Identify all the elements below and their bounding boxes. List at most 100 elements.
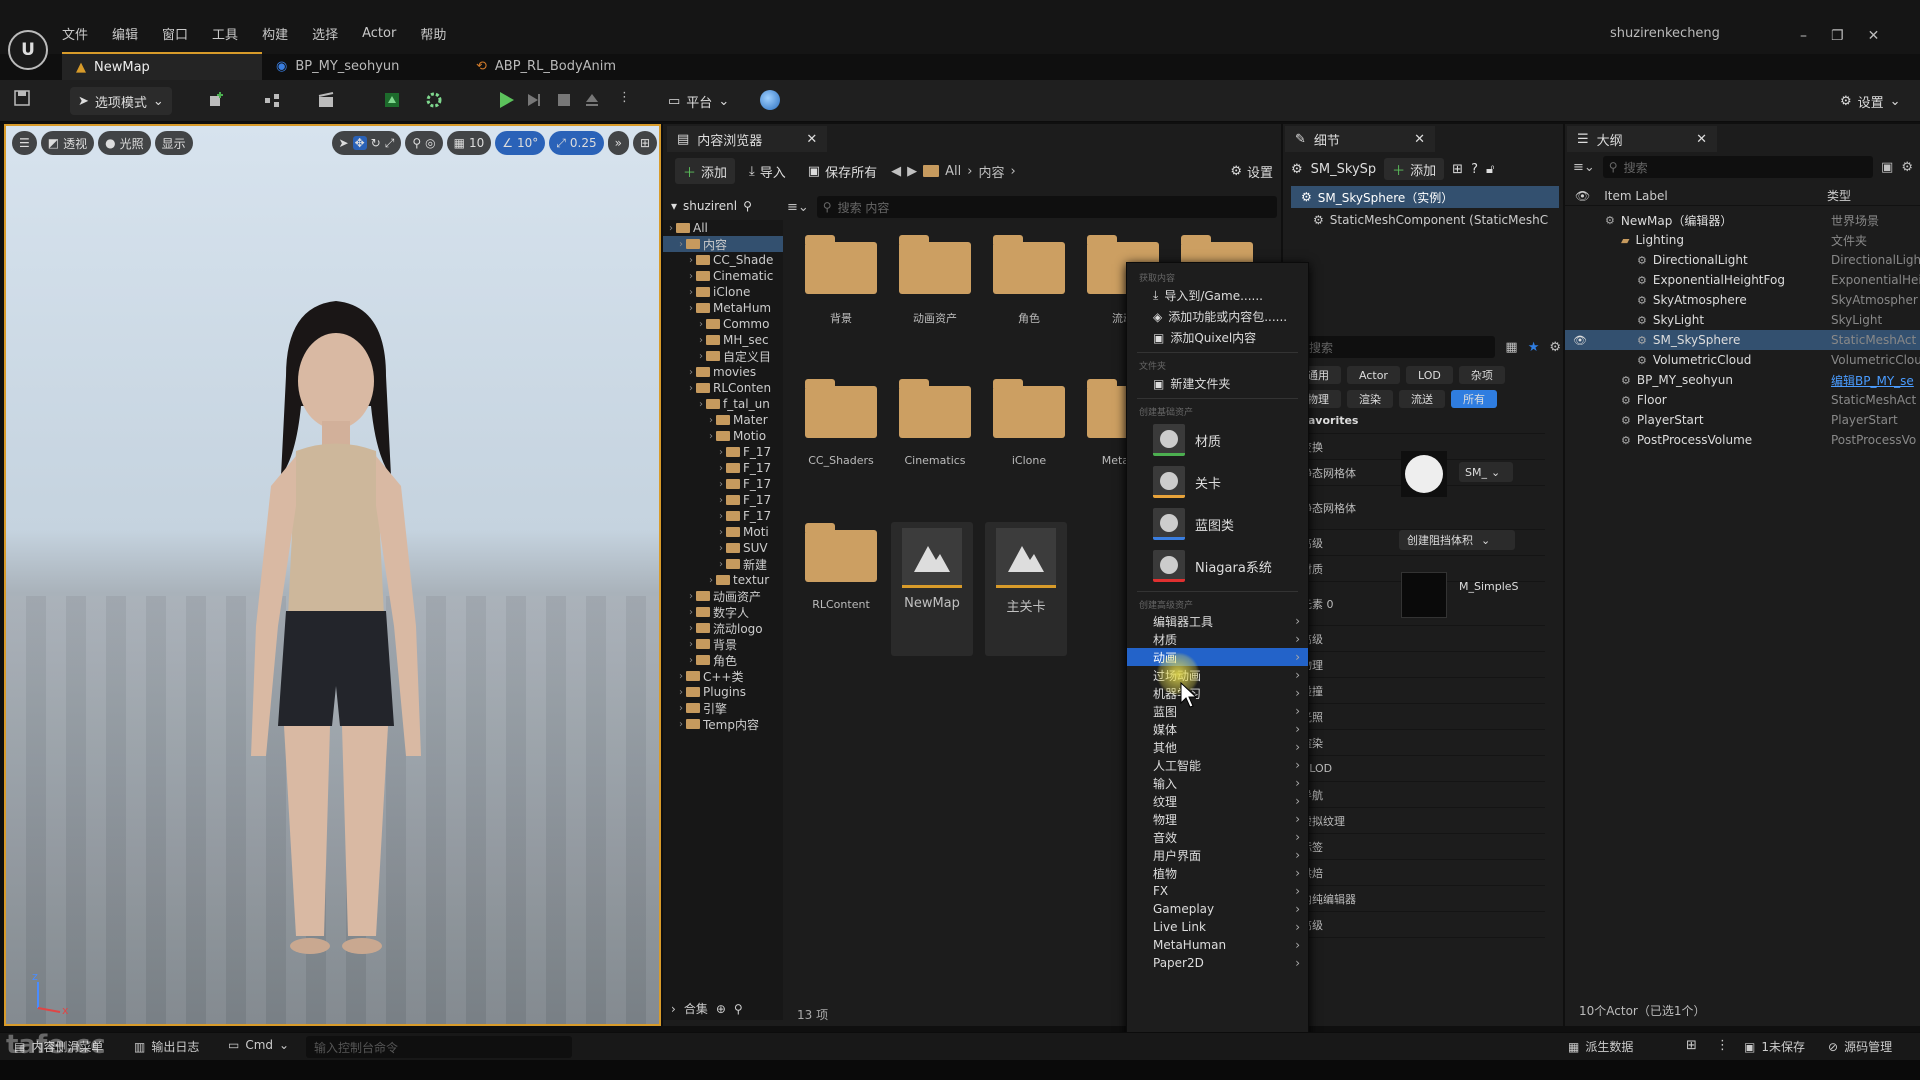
minimize-icon[interactable]: –: [1800, 28, 1807, 44]
menu-advanced-item[interactable]: 音效 ›: [1127, 828, 1308, 846]
tree-item[interactable]: › 背景: [663, 636, 783, 652]
details-search-input[interactable]: 搜索: [1291, 336, 1496, 358]
menu-advanced-item[interactable]: Live Link ›: [1127, 918, 1308, 936]
menu-advanced-item[interactable]: Gameplay ›: [1127, 900, 1308, 918]
derived-data-button[interactable]: ▦ 派生数据: [1568, 1038, 1633, 1055]
output-log-button[interactable]: ▥ 输出日志: [134, 1038, 199, 1055]
tree-item[interactable]: › movies: [663, 364, 783, 380]
menu-add-quixel[interactable]: ▣ 添加Quixel内容: [1127, 327, 1308, 348]
map-asset-tile[interactable]: 主关卡: [985, 522, 1067, 656]
filter-button[interactable]: 渲染: [1347, 390, 1393, 408]
map-asset-tile[interactable]: NewMap: [891, 522, 973, 656]
details-section[interactable]: 渲染: [1283, 730, 1545, 756]
viewport-menu-button[interactable]: ☰: [12, 131, 37, 155]
close-tab-icon[interactable]: ✕: [806, 132, 817, 147]
menu-advanced-item[interactable]: 过场动画›: [1127, 666, 1308, 684]
translate-icon[interactable]: ✥: [352, 136, 367, 150]
menu-advanced-item[interactable]: 机器学习›: [1127, 684, 1308, 702]
stop-icon[interactable]: [556, 92, 572, 108]
folder-tile[interactable]: 背景: [797, 234, 885, 354]
gear-icon[interactable]: ⚙: [1549, 340, 1561, 355]
menu-item[interactable]: 窗口: [150, 24, 200, 43]
console-input[interactable]: 输入控制台命令: [306, 1036, 572, 1058]
menu-advanced-item[interactable]: 用户界面 ›: [1127, 846, 1308, 864]
tree-item[interactable]: › 引擎: [663, 700, 783, 716]
menu-advanced-item[interactable]: FX ›: [1127, 882, 1308, 900]
menu-basic-asset[interactable]: 蓝图类: [1127, 503, 1308, 545]
tree-item[interactable]: › F_17: [663, 444, 783, 460]
table-view-icon[interactable]: ▦: [1505, 340, 1517, 355]
create-blocker-dropdown[interactable]: 创建阻挡体积 ⌄: [1399, 530, 1515, 550]
breadcrumb-content[interactable]: 内容: [978, 162, 1004, 181]
step-icon[interactable]: [526, 92, 542, 108]
globe-icon[interactable]: [760, 90, 780, 110]
layout-icon[interactable]: ⊞: [632, 131, 657, 155]
tree-item[interactable]: › Cinematic: [663, 268, 783, 284]
menu-item[interactable]: Actor: [350, 26, 408, 41]
filter-button[interactable]: 所有: [1451, 390, 1497, 408]
details-section[interactable]: 高级: [1283, 912, 1545, 938]
cb-settings-button[interactable]: ⚙ 设置: [1222, 158, 1281, 184]
details-section[interactable]: 物理: [1283, 652, 1545, 678]
menu-basic-asset[interactable]: Niagara系统: [1127, 545, 1308, 587]
tab-content-browser[interactable]: ▤ 内容浏览器 ✕: [667, 126, 828, 152]
modeling-icon[interactable]: [384, 92, 400, 108]
outliner-row[interactable]: 👁︎ ⚙ SM_SkySphere StaticMeshAct: [1565, 330, 1920, 350]
tree-item[interactable]: › RLConten: [663, 380, 783, 396]
folder-tile[interactable]: RLContent: [797, 522, 885, 642]
help-icon[interactable]: ?: [1471, 162, 1478, 177]
tree-item[interactable]: › 数字人: [663, 604, 783, 620]
outliner-row[interactable]: ⚙ PostProcessVolume PostProcessVo: [1565, 430, 1920, 450]
world-local-icon[interactable]: ◎: [425, 136, 435, 150]
document-tab[interactable]: ▲ NewMap: [62, 52, 262, 80]
details-section[interactable]: 导航: [1283, 782, 1545, 808]
add-collection-icon[interactable]: ⊕: [716, 1002, 726, 1016]
tab-details[interactable]: ✎ 细节 ✕: [1285, 126, 1435, 152]
material-value[interactable]: M_SimpleS: [1459, 580, 1519, 593]
mesh-thumbnail[interactable]: [1401, 451, 1447, 497]
outliner-row[interactable]: ⚙ DirectionalLight DirectionalLigh: [1565, 250, 1920, 270]
details-section[interactable]: 内纯编辑器: [1283, 886, 1545, 912]
col-item-label[interactable]: Item Label: [1604, 189, 1668, 203]
forward-icon[interactable]: ▶: [907, 164, 917, 179]
more-viewport-icon[interactable]: »: [607, 131, 629, 155]
filter-icon[interactable]: ≡⌄: [1573, 160, 1595, 175]
add-component-button[interactable]: ＋添加: [1384, 158, 1445, 180]
details-section[interactable]: 高级: [1283, 626, 1545, 652]
collections-bar[interactable]: › 合集 ⊕ ⚲: [671, 1000, 743, 1017]
close-tab-icon[interactable]: ✕: [1696, 132, 1707, 147]
tree-item[interactable]: › iClone: [663, 284, 783, 300]
tree-item[interactable]: › Moti: [663, 524, 783, 540]
tree-item[interactable]: › SUV: [663, 540, 783, 556]
surface-snap-icon[interactable]: ⚲: [412, 136, 421, 150]
tree-item[interactable]: › Mater: [663, 412, 783, 428]
grid-snap-button[interactable]: ▦ 10: [446, 131, 492, 155]
outliner-row[interactable]: ⚙ ExponentialHeightFog ExponentialHei: [1565, 270, 1920, 290]
tree-item[interactable]: › Plugins: [663, 684, 783, 700]
mesh-picker[interactable]: SM_ ⌄: [1459, 462, 1513, 482]
select-icon[interactable]: ➤: [339, 136, 349, 150]
details-section[interactable]: 虚拟纹理: [1283, 808, 1545, 834]
restore-icon[interactable]: ❐: [1831, 28, 1844, 44]
details-section[interactable]: 碰撞: [1283, 678, 1545, 704]
cmd-dropdown[interactable]: ▭ Cmd ⌄: [228, 1038, 289, 1052]
tree-item[interactable]: › F_17: [663, 460, 783, 476]
gear-icon[interactable]: ⚙: [1901, 160, 1913, 175]
outliner-row[interactable]: ⚙ Floor StaticMeshAct: [1565, 390, 1920, 410]
close-icon[interactable]: ✕: [1868, 28, 1880, 44]
menu-advanced-item[interactable]: 编辑器工具 ›: [1127, 612, 1308, 630]
details-section[interactable]: Favorites: [1283, 408, 1545, 434]
close-tab-icon[interactable]: ✕: [1414, 132, 1425, 147]
details-section[interactable]: 烘焙: [1283, 860, 1545, 886]
search-icon[interactable]: ⚲: [734, 1002, 743, 1016]
filter-button[interactable]: 杂项: [1458, 366, 1505, 384]
menu-advanced-item[interactable]: 材质 ›: [1127, 630, 1308, 648]
eject-icon[interactable]: [584, 92, 600, 108]
folder-tile[interactable]: 动画资产: [891, 234, 979, 354]
settings-button[interactable]: ⚙ 设置 ⌄: [1832, 87, 1909, 115]
tree-item[interactable]: › 角色: [663, 652, 783, 668]
filter-button[interactable]: 流送: [1399, 390, 1445, 408]
import-button[interactable]: ⤓ 导入: [741, 158, 794, 184]
more-options-icon[interactable]: ⋮: [618, 90, 631, 105]
details-section[interactable]: 标签: [1283, 834, 1545, 860]
